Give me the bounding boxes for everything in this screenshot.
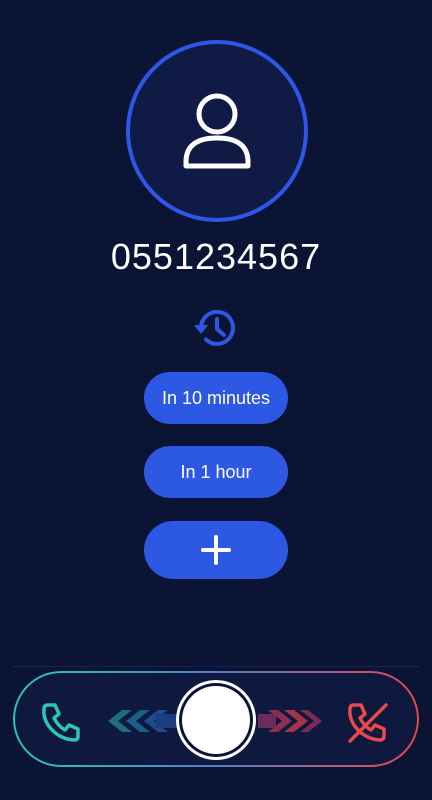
slider-knob[interactable] (182, 686, 250, 754)
person-icon (183, 93, 251, 169)
caller-number: 0551234567 (110, 236, 322, 277)
history-clock-icon (194, 309, 235, 346)
plus-icon (201, 535, 231, 565)
caller-avatar (126, 40, 308, 222)
chevrons-left-icon (108, 710, 178, 732)
slider-handle[interactable] (176, 680, 256, 760)
phone-icon[interactable] (36, 697, 86, 747)
chevrons-right-icon (258, 710, 322, 732)
snooze-1-hour-button[interactable]: In 1 hour (144, 446, 288, 498)
divider (12, 666, 420, 667)
phone-decline-icon[interactable] (342, 697, 392, 747)
add-snooze-button[interactable] (144, 521, 288, 579)
snooze-10-minutes-button[interactable]: In 10 minutes (144, 372, 288, 424)
